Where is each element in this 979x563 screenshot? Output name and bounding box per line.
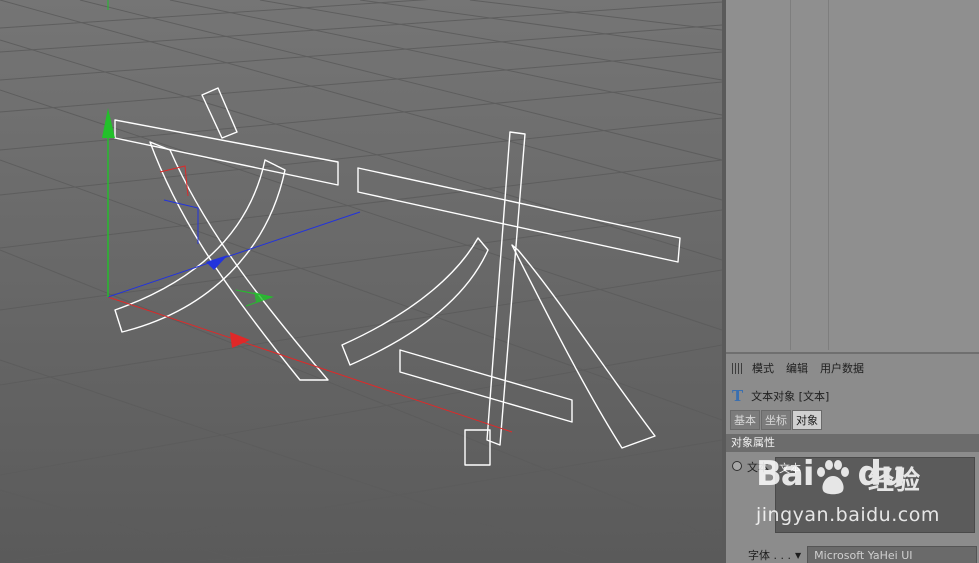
tab-basic[interactable]: 基本 xyxy=(730,410,760,430)
font-select[interactable]: Microsoft YaHei UI xyxy=(807,546,978,563)
animate-radio-icon[interactable] xyxy=(732,461,742,471)
right-panel: 模式 编辑 用户数据 T 文本对象 [文本] 基本 坐标 对象 对象属性 文本 … xyxy=(726,0,979,563)
menu-edit[interactable]: 编辑 xyxy=(786,360,808,376)
attribute-tabs: 基本 坐标 对象 xyxy=(730,410,823,430)
menu-mode[interactable]: 模式 xyxy=(752,360,774,376)
baidu-watermark: Bai du 经验 jingyan.baidu.com xyxy=(756,454,976,544)
font-dropdown-arrow-icon[interactable]: ▼ xyxy=(795,551,801,560)
watermark-url: jingyan.baidu.com xyxy=(756,504,940,526)
column-separator xyxy=(790,0,791,350)
text-object-icon: T xyxy=(732,387,744,405)
paw-logo-icon xyxy=(817,460,849,495)
menu-user-data[interactable]: 用户数据 xyxy=(820,360,864,376)
attribute-menubar: 模式 编辑 用户数据 xyxy=(726,358,979,378)
font-label: 字体 . . . xyxy=(748,549,791,562)
tab-object[interactable]: 对象 xyxy=(792,410,822,430)
font-param-row: 字体 . . . ▼ Microsoft YaHei UI xyxy=(748,546,978,563)
panel-grip-icon[interactable] xyxy=(732,362,744,374)
watermark-cn: 经验 xyxy=(868,466,921,496)
tab-coord[interactable]: 坐标 xyxy=(761,410,791,430)
viewport-canvas[interactable] xyxy=(0,0,722,563)
object-title: 文本对象 [文本] xyxy=(751,390,830,403)
column-separator xyxy=(828,0,829,350)
section-header: 对象属性 xyxy=(726,434,979,452)
3d-viewport[interactable] xyxy=(0,0,722,563)
object-header: T 文本对象 [文本] xyxy=(732,387,829,405)
attribute-manager: 模式 编辑 用户数据 T 文本对象 [文本] 基本 坐标 对象 对象属性 文本 … xyxy=(726,352,979,563)
